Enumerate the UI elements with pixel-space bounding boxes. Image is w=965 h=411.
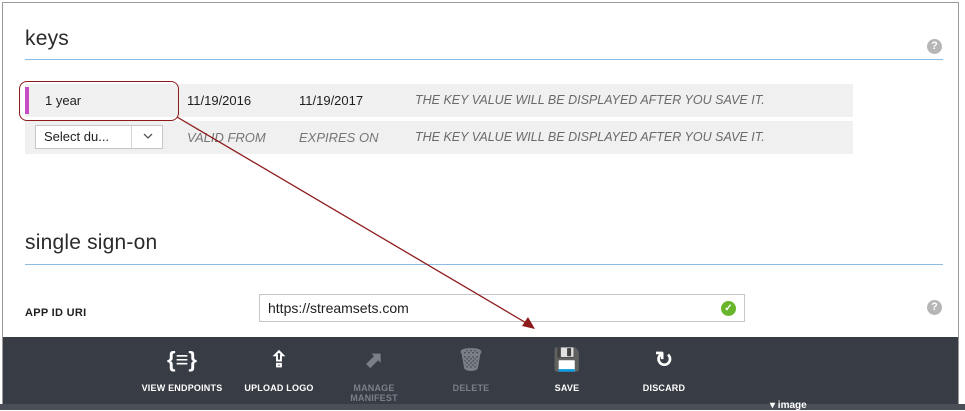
- command-bar: {≡} VIEW ENDPOINTS ⇪ UPLOAD LOGO ⬈ MANAG…: [3, 337, 958, 405]
- trash-icon: 🗑: [457, 347, 485, 372]
- duration-select-value: Select du...: [44, 129, 110, 144]
- discard-icon: ↻: [654, 347, 674, 372]
- manifest-icon: ⬈: [364, 347, 384, 372]
- valid-check-icon: ✓: [721, 301, 736, 316]
- upload-logo-button[interactable]: ⇪ UPLOAD LOGO: [239, 337, 319, 405]
- save-button[interactable]: 💾 SAVE: [545, 337, 589, 405]
- delete-label: DELETE: [452, 383, 490, 393]
- select-separator: [131, 126, 132, 148]
- app-id-uri-input[interactable]: https://streamsets.com ✓: [259, 294, 745, 322]
- sso-divider: [25, 264, 943, 265]
- key-row-new: Select du... VALID FROM EXPIRES ON THE K…: [25, 121, 853, 154]
- upload-icon: ⇪: [269, 347, 289, 372]
- app-id-help-icon[interactable]: ?: [927, 300, 942, 315]
- app-id-uri-label: APP ID URI: [25, 307, 87, 319]
- keys-section-title: keys: [25, 27, 69, 50]
- key-value-placeholder: THE KEY VALUE WILL BE DISPLAYED AFTER YO…: [415, 93, 765, 107]
- discard-button[interactable]: ↻ DISCARD: [635, 337, 693, 405]
- sso-section-title: single sign-on: [25, 231, 158, 254]
- chevron-down-icon[interactable]: [136, 126, 160, 148]
- partial-image-label: ▾ image: [770, 400, 807, 411]
- save-icon: 💾: [553, 347, 581, 372]
- upload-logo-label: UPLOAD LOGO: [244, 383, 314, 393]
- keys-divider: [25, 59, 943, 60]
- view-endpoints-button[interactable]: {≡} VIEW ENDPOINTS: [137, 337, 227, 405]
- manage-manifest-button[interactable]: ⬈ MANAGE MANIFEST: [345, 337, 403, 405]
- discard-label: DISCARD: [642, 383, 686, 393]
- key-valid-from: 11/19/2016: [187, 93, 252, 108]
- keys-help-icon[interactable]: ?: [927, 39, 942, 54]
- view-endpoints-label: VIEW ENDPOINTS: [141, 383, 223, 393]
- portal-page: keys ? 1 year 11/19/2016 11/19/2017 THE …: [2, 2, 959, 406]
- duration-select[interactable]: Select du...: [35, 125, 163, 149]
- app-id-uri-value: https://streamsets.com: [268, 300, 409, 316]
- annotation-highlight-box: [19, 81, 179, 121]
- new-key-value-placeholder: THE KEY VALUE WILL BE DISPLAYED AFTER YO…: [415, 130, 765, 144]
- delete-button[interactable]: 🗑 DELETE: [447, 337, 495, 405]
- valid-from-placeholder: VALID FROM: [187, 130, 266, 145]
- key-expires-on: 11/19/2017: [299, 93, 364, 108]
- expires-on-placeholder: EXPIRES ON: [299, 130, 379, 145]
- endpoints-icon: {≡}: [167, 347, 197, 372]
- save-label: SAVE: [554, 383, 580, 393]
- manage-manifest-label: MANAGE MANIFEST: [350, 383, 398, 403]
- background-strip: [0, 404, 965, 410]
